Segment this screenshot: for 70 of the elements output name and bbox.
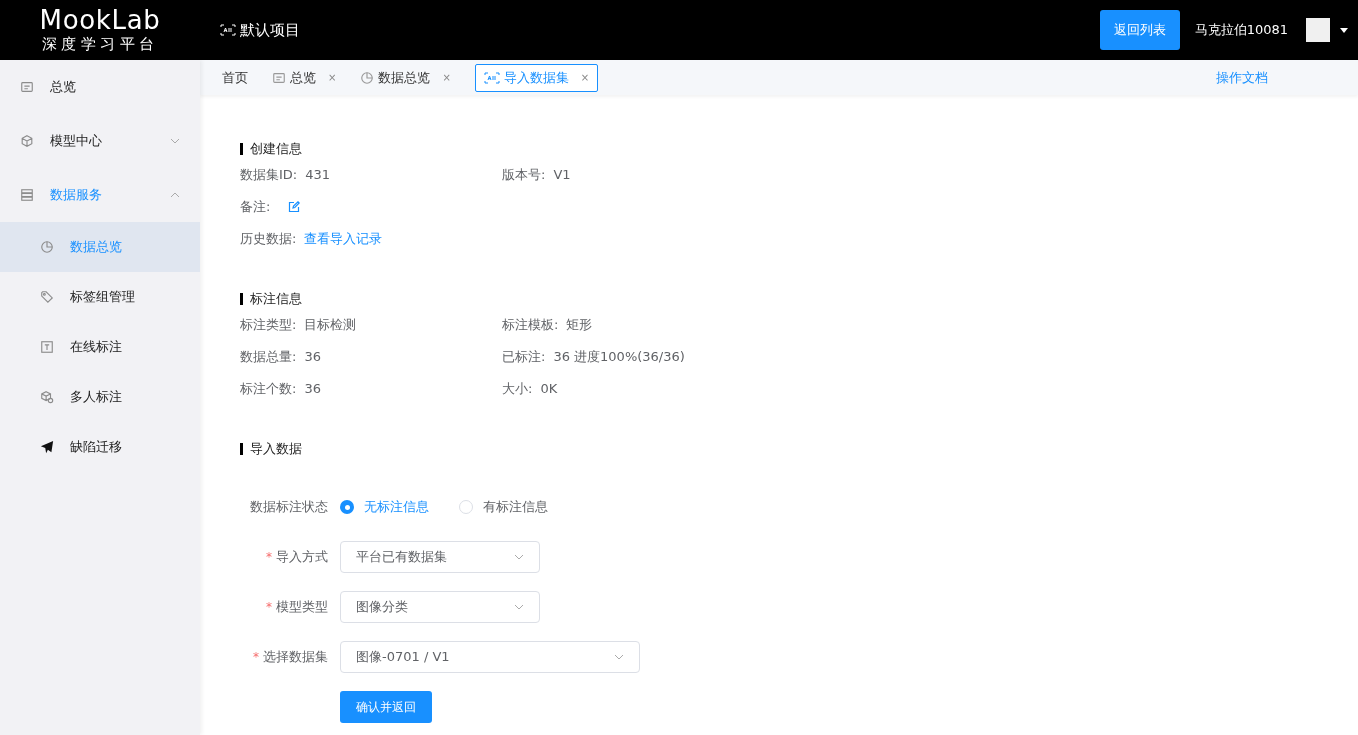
select-field[interactable]: 图像分类 [340, 591, 540, 623]
field-label: 大小: [502, 380, 533, 399]
field-value: 0K [540, 380, 558, 399]
folder-icon [20, 80, 34, 94]
field-label: 标注模板: [502, 316, 559, 335]
chevron-down-icon [514, 604, 524, 610]
chevron-up-icon [170, 192, 180, 198]
field-label: 历史数据: [240, 230, 297, 249]
field-value: 36 进度100%(36/36) [553, 348, 685, 367]
field-label: 备注: [240, 198, 271, 217]
radio-option[interactable]: 无标注信息 [340, 497, 429, 517]
field-value: V1 [553, 166, 571, 185]
list-icon [20, 188, 34, 202]
box-icon [40, 390, 54, 404]
field-value: 目标检测 [304, 316, 357, 335]
section-title: 创建信息 [250, 140, 302, 159]
tab[interactable]: 导入数据集 × [474, 63, 599, 92]
sidebar-subitem[interactable]: 缺陷迁移 [0, 422, 200, 472]
sidebar-subitem[interactable]: 多人标注 [0, 372, 200, 422]
sidebar-item[interactable]: 模型中心 [0, 114, 200, 168]
tab-close[interactable]: × [580, 70, 590, 85]
logo-subtitle: 深度学习平台 [41, 34, 159, 54]
pie-chart-icon [40, 240, 54, 254]
required-mark: * [266, 549, 272, 566]
field-value: 431 [305, 166, 331, 185]
sidebar-subitem[interactable]: 在线标注 [0, 322, 200, 372]
chevron-down-icon [514, 554, 524, 560]
select-label: 导入方式 [276, 548, 328, 567]
field-label: 数据集ID: [240, 166, 298, 185]
required-mark: * [253, 649, 259, 666]
chevron-down-icon [170, 138, 180, 144]
logo-title: MookLab [39, 6, 161, 34]
username[interactable]: 马克拉伯10081 [1194, 20, 1288, 40]
project-name[interactable]: 默认项目 [240, 18, 300, 42]
tab[interactable]: 总览 × [272, 63, 337, 92]
tab-close[interactable]: × [328, 70, 337, 85]
tag-icon [40, 290, 54, 304]
text-box-icon [40, 340, 54, 354]
field-value: 36 [304, 348, 321, 367]
pie-chart-icon [360, 70, 375, 85]
field-label: 标注个数: [240, 380, 297, 399]
field-label: 版本号: [502, 166, 546, 185]
folder-icon [272, 70, 286, 85]
edit-icon[interactable] [288, 201, 301, 213]
ai-frame-icon [220, 24, 236, 36]
radio-group-label: 数据标注状态 [249, 498, 328, 517]
select-label: 模型类型 [276, 598, 328, 617]
select-label: 选择数据集 [263, 648, 328, 667]
select-field[interactable]: 图像-0701 / V1 [340, 641, 640, 673]
field-value: 36 [304, 380, 321, 399]
caret-down-icon[interactable] [1340, 27, 1348, 33]
ai-frame-icon [483, 71, 500, 84]
tab[interactable]: 首页 [222, 63, 248, 92]
section-title: 标注信息 [250, 290, 302, 309]
field-value: 矩形 [566, 316, 593, 335]
select-field[interactable]: 平台已有数据集 [340, 541, 540, 573]
sidebar-item[interactable]: 总览 [0, 60, 200, 114]
radio-option[interactable]: 有标注信息 [459, 497, 548, 517]
chevron-down-icon [614, 654, 624, 660]
tab[interactable]: 数据总览 × [360, 63, 451, 92]
section-title: 导入数据 [250, 440, 302, 459]
tab-close[interactable]: × [442, 70, 451, 85]
sidebar-subitem[interactable]: 标签组管理 [0, 272, 200, 322]
field-label: 标注类型: [240, 316, 297, 335]
field-label: 数据总量: [240, 348, 297, 367]
required-mark: * [266, 599, 272, 616]
cube-icon [20, 134, 34, 148]
history-link[interactable]: 查看导入记录 [304, 229, 383, 249]
paper-plane-icon [40, 440, 54, 454]
field-label: 已标注: [502, 348, 546, 367]
